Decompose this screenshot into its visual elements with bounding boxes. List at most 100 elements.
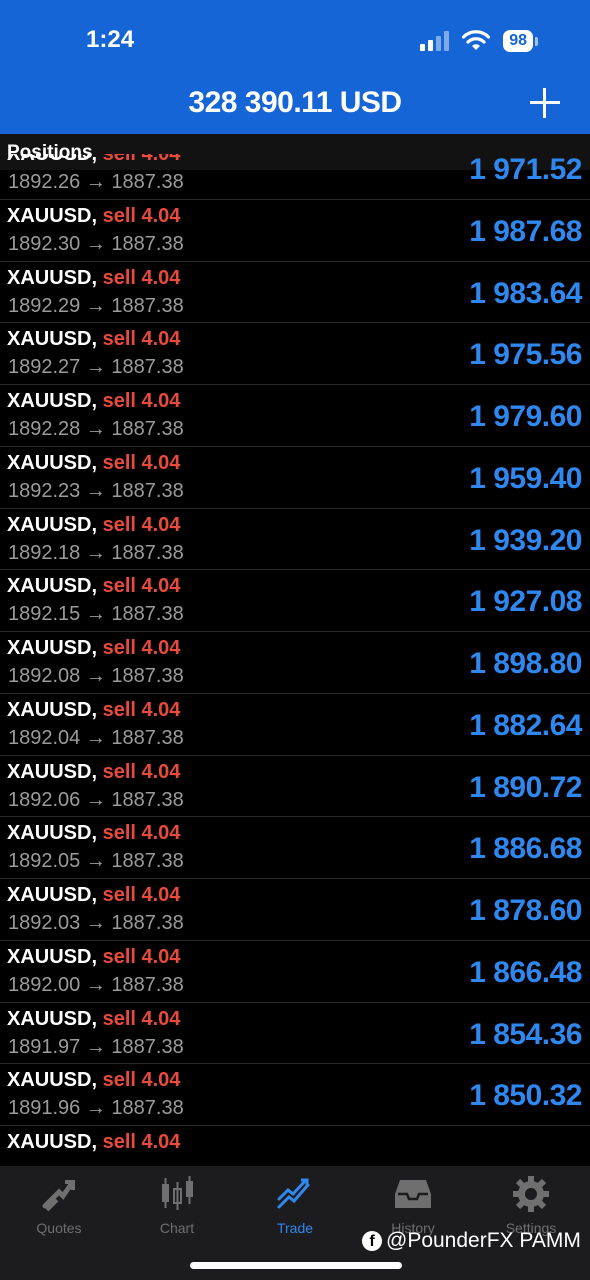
position-title: XAUUSD, sell 4.04	[7, 452, 180, 475]
position-symbol: XAUUSD,	[7, 451, 98, 474]
position-prices: 1892.23 → 1887.38	[8, 480, 184, 503]
position-row[interactable]: XAUUSD, sell 4.04 1892.05 → 1887.38 1 886.…	[0, 817, 590, 879]
add-order-button[interactable]	[530, 88, 560, 118]
position-row[interactable]: XAUUSD, sell 4.04 1892.27 → 1887.38 1 975.…	[0, 323, 590, 385]
tab-chart-label: Chart	[159, 1220, 195, 1236]
position-row[interactable]: XAUUSD, sell 4.04 1892.29 → 1887.38 1 983.…	[0, 262, 590, 324]
position-symbol: XAUUSD,	[7, 1007, 98, 1030]
open-price: 1891.97	[8, 1035, 81, 1058]
position-symbol: XAUUSD,	[7, 575, 98, 598]
position-prices: 1892.03 → 1887.38	[8, 912, 184, 935]
position-row[interactable]: XAUUSD, sell 4.04 1892.15 → 1887.38 1 927.…	[0, 570, 590, 632]
position-row[interactable]: XAUUSD, sell 4.04 1891.97 → 1887.38 1 854.…	[0, 1003, 590, 1065]
position-symbol: XAUUSD,	[7, 945, 98, 968]
position-row[interactable]: XAUUSD, sell 4.04 1892.28 → 1887.38 1 979.…	[0, 385, 590, 447]
position-side: sell 4.04	[102, 154, 181, 165]
tab-history[interactable]: History	[354, 1174, 472, 1236]
position-row[interactable]: XAUUSD, sell 4.04 1892.04 → 1887.38 1 882.…	[0, 694, 590, 756]
position-side: sell 4.04	[102, 884, 181, 906]
position-row[interactable]: XAUUSD, sell 4.04 1892.03 → 1887.38 1 878.…	[0, 879, 590, 941]
open-price: 1892.27	[8, 356, 81, 379]
position-title: XAUUSD, sell 4.04	[7, 637, 180, 660]
position-symbol: XAUUSD,	[7, 1069, 98, 1092]
position-symbol: XAUUSD,	[7, 390, 98, 412]
position-title: XAUUSD, sell 4.04	[7, 946, 180, 969]
position-symbol: XAUUSD,	[7, 328, 98, 351]
position-row[interactable]: XAUUSD, sell 4.04 1892.06 → 1887.38 1 890.…	[0, 756, 590, 818]
position-side: sell 4.04	[102, 945, 181, 968]
position-side: sell 4.04	[102, 760, 181, 783]
open-price: 1892.08	[8, 665, 81, 687]
position-profit: 1 898.80	[469, 647, 582, 680]
position-profit: 1 854.36	[469, 1017, 582, 1051]
tab-trade[interactable]: Trade	[236, 1174, 354, 1236]
arrow-icon: →	[85, 1035, 106, 1058]
position-symbol: XAUUSD,	[7, 154, 98, 165]
position-title: XAUUSD, sell 4.04	[7, 884, 180, 907]
open-price: 1892.05	[8, 850, 81, 873]
current-price: 1887.38	[111, 294, 184, 317]
position-symbol: XAUUSD,	[7, 822, 98, 845]
arrow-icon: →	[85, 294, 106, 317]
position-side: sell 4.04	[102, 390, 181, 412]
position-symbol: XAUUSD,	[7, 204, 98, 227]
position-row[interactable]: XAUUSD, sell 4.04 1892.18 → 1887.38 1 939.…	[0, 509, 590, 571]
arrow-icon: →	[85, 418, 106, 440]
settings-icon	[513, 1176, 549, 1212]
position-profit: 1 979.60	[469, 400, 582, 433]
position-title: XAUUSD, sell 4.04	[7, 205, 180, 228]
current-price: 1887.38	[111, 912, 184, 934]
position-title: XAUUSD, sell 4.04	[7, 575, 180, 598]
position-symbol: XAUUSD,	[7, 266, 98, 289]
current-price: 1887.38	[111, 850, 184, 873]
current-price: 1887.38	[111, 171, 184, 193]
trade-icon	[277, 1178, 310, 1209]
position-row[interactable]: XAUUSD, sell 4.04 1892.30 → 1887.38 1 987.…	[0, 200, 590, 262]
position-prices: 1892.29 → 1887.38	[8, 295, 184, 318]
position-side: sell 4.04	[102, 698, 181, 721]
position-title: XAUUSD, sell 4.04	[7, 699, 180, 722]
current-price: 1887.38	[111, 479, 184, 502]
watermark: f @PounderFX PAMM	[362, 1229, 581, 1253]
arrow-icon: →	[85, 726, 106, 749]
arrow-icon: →	[85, 788, 106, 811]
position-row[interactable]: XAUUSD, sell 4.04	[0, 1126, 590, 1166]
position-row[interactable]: XAUUSD, sell 4.04 1892.23 → 1887.38 1 959.…	[0, 447, 590, 509]
open-price: 1892.06	[8, 788, 81, 811]
tab-settings[interactable]: Settings	[472, 1174, 590, 1236]
quotes-icon	[42, 1180, 75, 1212]
current-price: 1887.38	[111, 356, 184, 379]
position-title: XAUUSD, sell 4.04	[7, 328, 180, 351]
position-title: XAUUSD, sell 4.04	[7, 1131, 180, 1154]
position-prices: 1892.28 → 1887.38	[8, 418, 184, 441]
tab-quotes[interactable]: Quotes	[0, 1174, 118, 1236]
status-time: 1:24	[86, 26, 135, 53]
position-symbol: XAUUSD,	[7, 1131, 98, 1153]
open-price: 1892.29	[8, 294, 81, 317]
open-price: 1892.00	[8, 973, 81, 996]
position-side: sell 4.04	[102, 1131, 181, 1153]
position-prices: 1892.00 → 1887.38	[8, 974, 184, 997]
chart-icon	[162, 1176, 193, 1210]
tab-chart[interactable]: Chart	[118, 1174, 236, 1236]
wifi-icon	[462, 30, 491, 50]
position-profit: 1 959.40	[469, 461, 582, 495]
position-prices: 1892.05 → 1887.38	[8, 850, 184, 873]
position-row[interactable]: XAUUSD, sell 4.04 1892.26 → 1887.38 1 971.…	[0, 154, 590, 200]
arrow-icon: →	[85, 973, 106, 996]
position-row[interactable]: XAUUSD, sell 4.04 1892.00 → 1887.38 1 866.…	[0, 941, 590, 1003]
home-indicator[interactable]	[190, 1262, 402, 1269]
position-side: sell 4.04	[102, 204, 181, 227]
history-icon	[395, 1180, 431, 1208]
positions-list[interactable]: XAUUSD, sell 4.04 1892.26 → 1887.38 1 971.…	[0, 154, 590, 1166]
open-price: 1892.30	[8, 232, 81, 255]
position-side: sell 4.04	[102, 575, 181, 598]
position-title: XAUUSD, sell 4.04	[7, 822, 180, 845]
tab-trade-label: Trade	[276, 1220, 314, 1236]
position-profit: 1 850.32	[469, 1079, 582, 1113]
position-prices: 1891.96 → 1887.38	[8, 1097, 184, 1120]
position-prices: 1892.04 → 1887.38	[8, 727, 184, 750]
position-title: XAUUSD, sell 4.04	[7, 267, 180, 290]
position-row[interactable]: XAUUSD, sell 4.04 1892.08 → 1887.38 1 898.…	[0, 632, 590, 694]
position-row[interactable]: XAUUSD, sell 4.04 1891.96 → 1887.38 1 850.…	[0, 1064, 590, 1126]
